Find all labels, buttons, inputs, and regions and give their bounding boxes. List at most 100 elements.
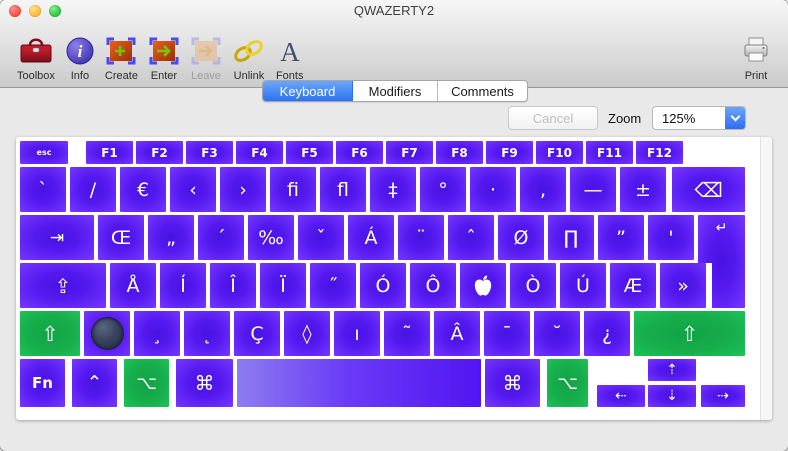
key-F6[interactable]: F6 [336, 141, 383, 164]
toolbox-label: Toolbox [17, 70, 55, 82]
minimize-button[interactable] [29, 5, 41, 17]
key-‹[interactable]: ‹ [170, 167, 216, 212]
key-Ø[interactable]: Ø [498, 215, 544, 260]
key-Ç[interactable]: Ç [234, 311, 280, 356]
key-◊[interactable]: ◊ [284, 311, 330, 356]
key-F2[interactable]: F2 [136, 141, 183, 164]
zoom-select[interactable]: 125% [652, 106, 746, 130]
key-`[interactable]: ` [20, 167, 66, 212]
key-Ô[interactable]: Ô [410, 263, 456, 308]
key-ˇ[interactable]: ˇ [298, 215, 344, 260]
key-arrow-up[interactable]: ⇡ [648, 359, 696, 381]
key-apple-logo[interactable] [460, 263, 506, 308]
key-Ó[interactable]: Ó [360, 263, 406, 308]
key-arrow-left[interactable]: ⇠ [597, 385, 645, 407]
key-Â[interactable]: Â [434, 311, 480, 356]
zoom-dropdown-cap[interactable] [725, 107, 745, 129]
key-F9[interactable]: F9 [486, 141, 533, 164]
tab-comments[interactable]: Comments [438, 81, 527, 101]
key-Á[interactable]: Á [348, 215, 394, 260]
key-space[interactable] [237, 359, 481, 407]
close-button[interactable] [9, 5, 21, 17]
fonts-button[interactable]: A Fonts [271, 24, 309, 82]
key-capslock[interactable]: ⇪ [20, 263, 106, 308]
key-ˆ[interactable]: ˆ [448, 215, 494, 260]
key-€[interactable]: € [120, 167, 166, 212]
tab-modifiers[interactable]: Modifiers [353, 81, 438, 101]
key-¨[interactable]: ¨ [398, 215, 444, 260]
key-F8[interactable]: F8 [436, 141, 483, 164]
key-Î[interactable]: Î [210, 263, 256, 308]
key-/[interactable]: / [70, 167, 116, 212]
key-command-left[interactable]: ⌘ [176, 359, 233, 407]
key-fn[interactable]: Fn [20, 359, 65, 407]
key-—[interactable]: — [570, 167, 616, 212]
key-F12[interactable]: F12 [636, 141, 683, 164]
print-label: Print [745, 70, 768, 82]
print-button[interactable]: Print [736, 24, 776, 82]
toolbox-button[interactable]: Toolbox [12, 24, 60, 82]
key-F5[interactable]: F5 [286, 141, 333, 164]
cancel-button[interactable]: Cancel [508, 106, 598, 130]
create-button[interactable]: Create [100, 24, 143, 82]
key-∏[interactable]: ∏ [548, 215, 594, 260]
key-”[interactable]: ” [598, 215, 644, 260]
key-˜[interactable]: ˜ [384, 311, 430, 356]
key-black-circle[interactable] [84, 311, 130, 356]
key-Ï[interactable]: Ï [260, 263, 306, 308]
key-„[interactable]: „ [148, 215, 194, 260]
key-arrow-right[interactable]: ⇢ [701, 385, 745, 407]
key-command-right[interactable]: ⌘ [485, 359, 540, 407]
key-F1[interactable]: F1 [86, 141, 133, 164]
key-fl[interactable]: fl [320, 167, 366, 212]
key-»[interactable]: » [660, 263, 706, 308]
key-˝[interactable]: ˝ [310, 263, 356, 308]
key-shift-left[interactable]: ⇧ [20, 311, 80, 356]
key-ı[interactable]: ı [334, 311, 380, 356]
key-F10[interactable]: F10 [536, 141, 583, 164]
key-option-left[interactable]: ⌥ [124, 359, 169, 407]
key-˘[interactable]: ˘ [534, 311, 580, 356]
key-F11[interactable]: F11 [586, 141, 633, 164]
key-Ò[interactable]: Ò [510, 263, 556, 308]
key-Å[interactable]: Å [110, 263, 156, 308]
key-Ú[interactable]: Ú [560, 263, 606, 308]
chevron-down-icon [730, 111, 740, 121]
key-,[interactable]: , [520, 167, 566, 212]
black-sphere-glyph [91, 317, 124, 350]
unlink-label: Unlink [234, 70, 265, 82]
key-control[interactable]: ⌃ [72, 359, 117, 407]
key-¸[interactable]: ¸ [134, 311, 180, 356]
key-F7[interactable]: F7 [386, 141, 433, 164]
key-Í[interactable]: Í [160, 263, 206, 308]
key-¯[interactable]: ¯ [484, 311, 530, 356]
key-option-right[interactable]: ⌥ [547, 359, 588, 407]
key-¿[interactable]: ¿ [584, 311, 630, 356]
key-F4[interactable]: F4 [236, 141, 283, 164]
leave-button[interactable]: Leave [185, 24, 227, 82]
unlink-button[interactable]: Unlink [227, 24, 271, 82]
key-shift-right[interactable]: ⇧ [634, 311, 745, 356]
scrollbar-track[interactable] [760, 137, 772, 420]
zoom-window-button[interactable] [49, 5, 61, 17]
key-backspace[interactable]: ⌫ [672, 167, 745, 212]
key-arrow-down[interactable]: ⇣ [648, 385, 696, 407]
key-F3[interactable]: F3 [186, 141, 233, 164]
key-›[interactable]: › [220, 167, 266, 212]
key-‰[interactable]: ‰ [248, 215, 294, 260]
key-tab[interactable]: ⇥ [20, 215, 94, 260]
key-fi[interactable]: fi [270, 167, 316, 212]
info-button[interactable]: i Info [60, 24, 100, 82]
key-'[interactable]: ' [648, 215, 694, 260]
key-‡[interactable]: ‡ [370, 167, 416, 212]
key-±[interactable]: ± [620, 167, 666, 212]
enter-button[interactable]: Enter [143, 24, 185, 82]
key-Œ[interactable]: Œ [98, 215, 144, 260]
tab-keyboard[interactable]: Keyboard [263, 81, 353, 101]
key-Æ[interactable]: Æ [610, 263, 656, 308]
key-esc[interactable]: esc [20, 141, 68, 164]
key-´[interactable]: ´ [198, 215, 244, 260]
key-°[interactable]: ° [420, 167, 466, 212]
key-˛[interactable]: ˛ [184, 311, 230, 356]
key-·[interactable]: · [470, 167, 516, 212]
